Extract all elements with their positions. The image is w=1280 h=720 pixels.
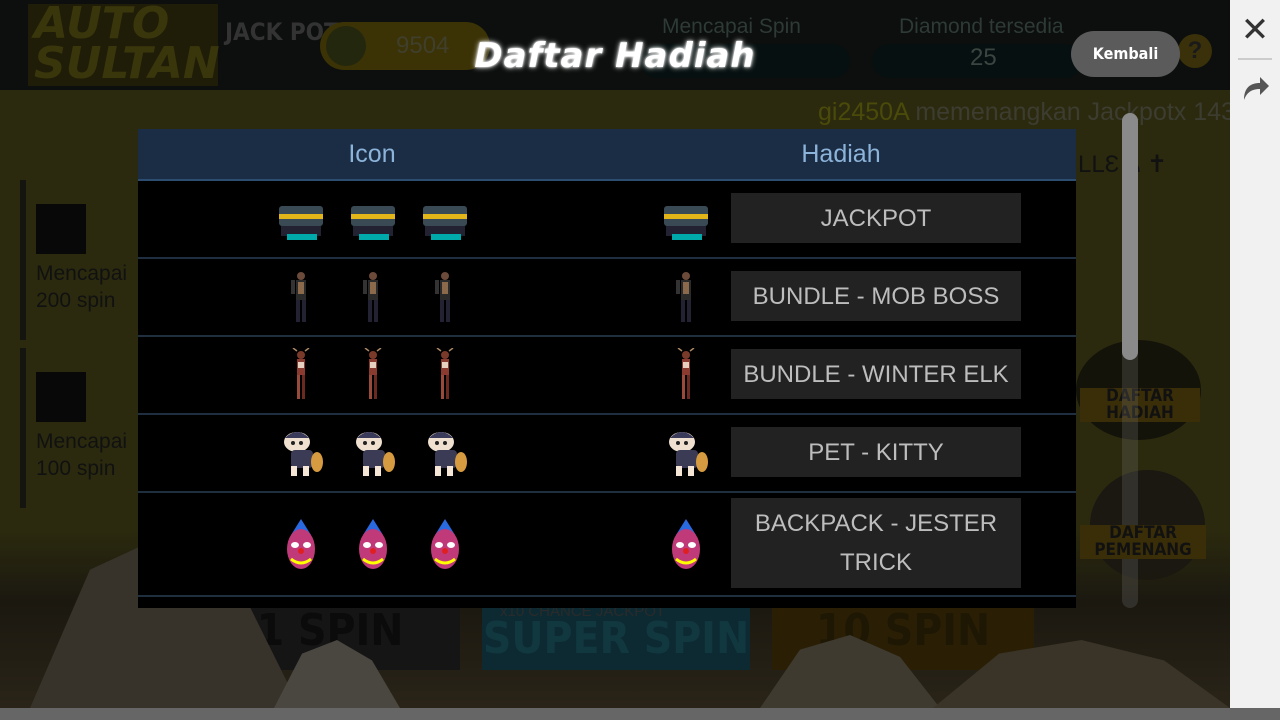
prize-label: PET - KITTY [731,427,1021,477]
prize-icons [273,348,473,404]
prize-label: BUNDLE - MOB BOSS [731,271,1021,321]
kitty-pet-icon [345,426,401,482]
winter-elk-character-icon [273,348,329,404]
prize-label: JACKPOT [731,193,1021,243]
column-header-icon: Icon [348,140,396,168]
prize-icons [273,517,473,573]
daftar-pemenang-label: DAFTAR PEMENANG [1080,525,1206,559]
jester-mask-backpack-icon [345,517,401,573]
jackpot-chest-icon [273,192,329,248]
table-header: Icon Hadiah [138,129,1076,181]
prize-icons [273,426,473,482]
prize-table: Icon Hadiah JACKPOT BUNDLE - MOB BOSS BUND… [138,129,1076,608]
kitty-pet-icon [273,426,329,482]
prize-label: BUNDLE - WINTER ELK [731,349,1021,399]
system-nav-bar [0,708,1280,720]
kembali-button[interactable]: Kembali [1071,31,1180,77]
modal-title: Daftar Hadiah [474,36,756,76]
browser-side-panel: ✕ [1230,0,1280,708]
help-button[interactable]: ? [1178,34,1212,68]
winter-elk-character-icon [417,348,473,404]
prize-icons [273,192,473,248]
winter-elk-character-icon [345,348,401,404]
close-icon[interactable]: ✕ [1230,10,1280,50]
kitty-pet-icon [417,426,473,482]
jackpot-chest-icon [658,192,714,248]
winner-ticker: gi2450A memenangkan Jackpotx 1438 [818,98,1230,127]
milestone-label: Mencapai 200 spin [36,262,128,312]
mob-boss-character-icon [658,270,714,326]
super-spin-label: SUPER SPIN [482,613,750,664]
milestone-thumb [36,372,86,422]
table-row: BUNDLE - WINTER ELK [138,337,1076,415]
daftar-hadiah-label: DAFTAR HADIAH [1080,388,1200,422]
diamond-value: 25 [970,44,997,71]
auto-sultan-logo: AUTO SULTAN [28,2,220,86]
jackpot-chest-icon [417,192,473,248]
diamond-label: Diamond tersedia [899,15,1064,38]
prize-icons [273,270,473,326]
diamond-icon [326,26,366,66]
mob-boss-character-icon [417,270,473,326]
divider [1238,58,1272,60]
mob-boss-character-icon [345,270,401,326]
prize-label: BACKPACK - JESTER TRICK [731,498,1021,588]
table-row: BUNDLE - MOB BOSS [138,259,1076,337]
table-row: PET - KITTY [138,415,1076,493]
table-row: BACKPACK - JESTER TRICK [138,493,1076,597]
milestone-label: Mencapai 100 spin [36,430,128,480]
milestone-bar [20,348,26,508]
jester-mask-backpack-icon [658,517,714,573]
ticker-text: memenangkan Jackpotx 1438 [908,98,1230,126]
column-header-hadiah: Hadiah [801,140,881,168]
milestone-bar [20,180,26,340]
kitty-pet-icon [658,426,714,482]
jester-mask-backpack-icon [273,517,329,573]
mob-boss-character-icon [273,270,329,326]
scrollbar-thumb[interactable] [1122,113,1138,360]
share-icon[interactable] [1238,70,1272,104]
jester-mask-backpack-icon [417,517,473,573]
jackpot-chest-icon [345,192,401,248]
milestone-thumb [36,204,86,254]
winter-elk-character-icon [658,348,714,404]
ticker-user: gi2450A [818,98,909,126]
table-row: JACKPOT [138,181,1076,259]
